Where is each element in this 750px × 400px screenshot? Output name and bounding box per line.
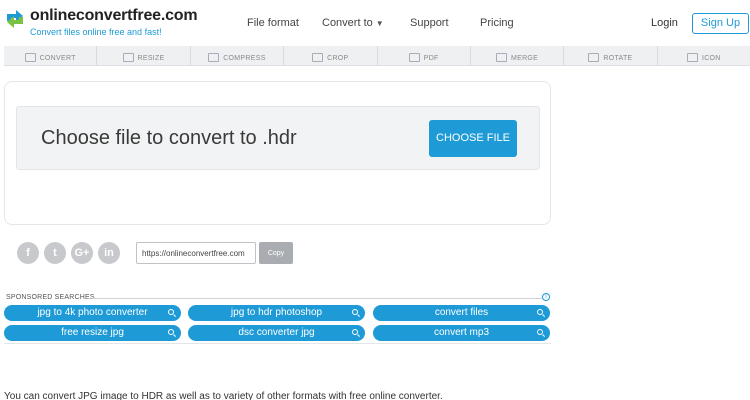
- site-header: onlineconvertfree.com Convert files onli…: [0, 0, 750, 46]
- tool-label: CONVERT: [39, 55, 76, 62]
- upload-card: Choose file to convert to .hdr CHOOSE FI…: [4, 81, 551, 225]
- pill-label: convert files: [434, 307, 489, 318]
- search-icon: [168, 309, 174, 315]
- pill-label: jpg to hdr photoshop: [230, 307, 323, 318]
- search-icon: [168, 329, 174, 335]
- brand-name: onlineconvertfree.com: [30, 7, 198, 24]
- tool-icon[interactable]: ICON: [658, 46, 750, 65]
- nav-convert-to-label: Convert to: [322, 17, 373, 29]
- linkedin-icon[interactable]: in: [98, 242, 120, 264]
- sponsored-search-pill[interactable]: convert mp3: [373, 325, 550, 341]
- search-icon: [352, 329, 358, 335]
- nav-file-format[interactable]: File format: [247, 17, 299, 29]
- login-link[interactable]: Login: [651, 17, 678, 29]
- sponsored-search-pill[interactable]: jpg to 4k photo converter: [4, 305, 181, 321]
- chevron-down-icon: ▼: [375, 19, 384, 28]
- logo-arrows-icon: [7, 10, 23, 28]
- divider: [92, 298, 542, 299]
- tool-label: RESIZE: [137, 55, 165, 62]
- logo-text: onlineconvertfree.com Convert files onli…: [30, 6, 198, 37]
- convert-icon: [24, 53, 36, 62]
- file-dropzone[interactable]: Choose file to convert to .hdr CHOOSE FI…: [16, 106, 540, 170]
- nav-support[interactable]: Support: [410, 17, 449, 29]
- pdf-icon: [408, 53, 420, 62]
- search-icon: [352, 309, 358, 315]
- share-url-input[interactable]: [136, 242, 256, 264]
- pill-label: dsc converter jpg: [238, 327, 315, 338]
- google-plus-icon[interactable]: G+: [71, 242, 93, 264]
- tool-merge[interactable]: MERGE: [471, 46, 565, 65]
- pill-label: free resize jpg: [61, 327, 124, 338]
- resize-icon: [122, 53, 134, 62]
- intro-paragraph: You can convert JPG image to HDR as well…: [4, 391, 443, 400]
- tool-label: CROP: [327, 55, 349, 62]
- sponsored-search-pill[interactable]: free resize jpg: [4, 325, 181, 341]
- tool-strip: CONVERT RESIZE COMPRESS CROP PDF MERGE R…: [4, 46, 750, 66]
- nav-pricing[interactable]: Pricing: [480, 17, 514, 29]
- site-logo[interactable]: onlineconvertfree.com Convert files onli…: [4, 6, 198, 37]
- crop-icon: [312, 53, 324, 62]
- tool-label: ROTATE: [603, 55, 633, 62]
- tool-compress[interactable]: COMPRESS: [191, 46, 285, 65]
- pill-label: convert mp3: [433, 327, 490, 338]
- tool-label: PDF: [423, 55, 439, 62]
- choose-file-button[interactable]: CHOOSE FILE: [429, 120, 517, 157]
- signup-button[interactable]: Sign Up: [692, 13, 749, 34]
- facebook-icon[interactable]: f: [17, 242, 39, 264]
- tool-rotate[interactable]: ROTATE: [564, 46, 658, 65]
- pill-label: jpg to 4k photo converter: [37, 307, 148, 318]
- divider: [4, 343, 551, 344]
- nav-convert-to[interactable]: Convert to ▼: [322, 17, 384, 29]
- tool-label: MERGE: [510, 55, 539, 62]
- icon-tool-icon: [686, 53, 698, 62]
- twitter-icon[interactable]: t: [44, 242, 66, 264]
- brand-tagline: Convert files online free and fast!: [30, 27, 162, 37]
- tool-resize[interactable]: RESIZE: [97, 46, 191, 65]
- copy-button[interactable]: Copy: [259, 242, 293, 264]
- tool-crop[interactable]: CROP: [284, 46, 378, 65]
- sponsored-search-pill[interactable]: convert files: [373, 305, 550, 321]
- rotate-icon: [588, 53, 600, 62]
- tool-pdf[interactable]: PDF: [378, 46, 471, 65]
- tool-convert[interactable]: CONVERT: [4, 46, 98, 65]
- tool-label: COMPRESS: [223, 55, 266, 62]
- search-icon: [537, 309, 543, 315]
- merge-icon: [495, 53, 507, 62]
- tool-label: ICON: [701, 55, 721, 62]
- upload-prompt: Choose file to convert to .hdr: [41, 127, 297, 149]
- info-icon[interactable]: i: [542, 293, 550, 301]
- sponsored-search-pill[interactable]: jpg to hdr photoshop: [188, 305, 365, 321]
- sponsored-search-pill[interactable]: dsc converter jpg: [188, 325, 365, 341]
- compress-icon: [208, 53, 220, 62]
- sponsored-label: SPONSORED SEARCHES: [6, 294, 95, 301]
- search-icon: [537, 329, 543, 335]
